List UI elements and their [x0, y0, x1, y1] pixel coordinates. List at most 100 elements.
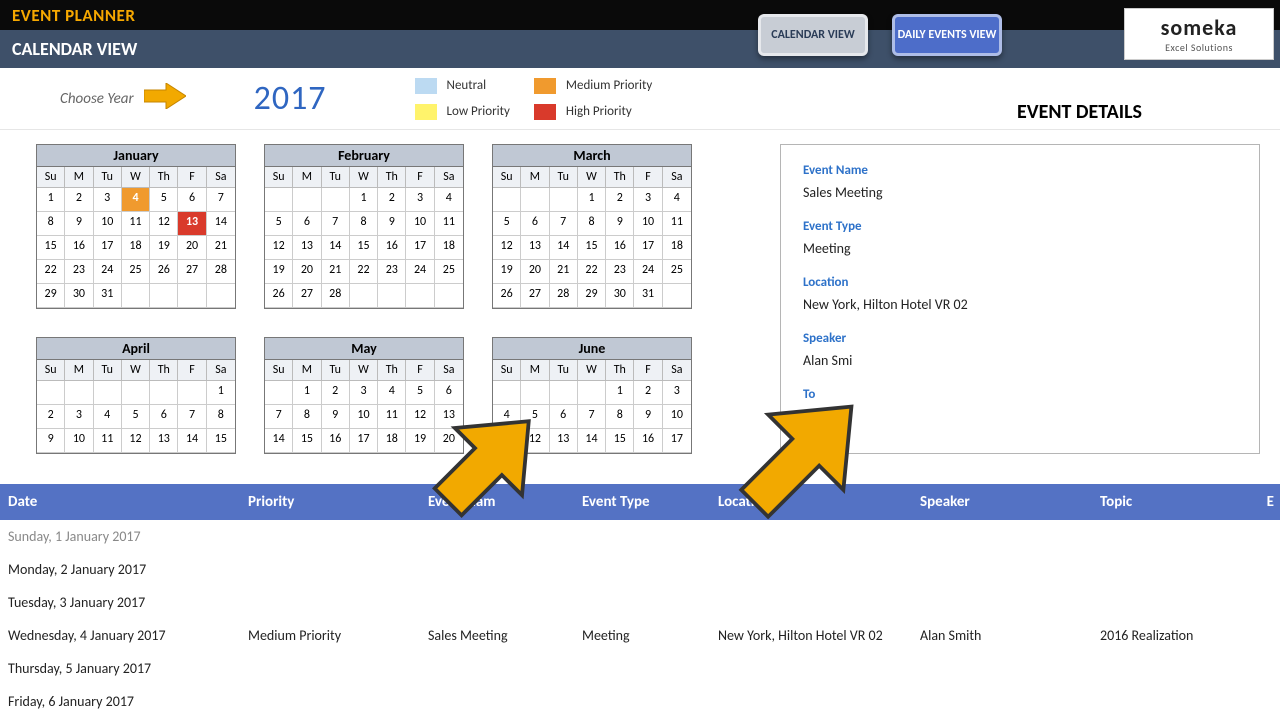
day-cell[interactable]: 7	[322, 212, 350, 236]
day-cell[interactable]: 16	[378, 236, 406, 260]
col-priority[interactable]: Priority	[240, 493, 420, 511]
day-cell[interactable]: 14	[578, 429, 606, 453]
day-cell[interactable]: 2	[37, 405, 65, 429]
day-cell[interactable]: 20	[435, 429, 463, 453]
day-cell[interactable]: 13	[521, 236, 549, 260]
day-cell[interactable]: 14	[207, 212, 235, 236]
day-cell[interactable]: 5	[406, 381, 434, 405]
day-cell[interactable]: 2	[65, 188, 93, 212]
table-row[interactable]: Monday, 2 January 2017	[0, 553, 1280, 586]
day-cell[interactable]: 24	[94, 260, 122, 284]
day-cell[interactable]: 15	[350, 236, 378, 260]
day-cell[interactable]: 16	[606, 236, 634, 260]
day-cell[interactable]: 30	[65, 284, 93, 308]
day-cell[interactable]: 25	[663, 260, 691, 284]
day-cell[interactable]: 7	[265, 405, 293, 429]
day-cell[interactable]: 6	[150, 405, 178, 429]
day-cell[interactable]: 14	[550, 236, 578, 260]
day-cell[interactable]: 15	[207, 429, 235, 453]
day-cell[interactable]: 8	[606, 405, 634, 429]
day-cell[interactable]: 5	[521, 405, 549, 429]
day-cell[interactable]: 10	[634, 212, 662, 236]
day-cell[interactable]: 11	[94, 429, 122, 453]
day-cell[interactable]: 3	[94, 188, 122, 212]
day-cell[interactable]: 16	[634, 429, 662, 453]
day-cell[interactable]: 21	[207, 236, 235, 260]
day-cell[interactable]	[493, 188, 521, 212]
day-cell[interactable]: 5	[122, 405, 150, 429]
day-cell[interactable]	[122, 381, 150, 405]
day-cell[interactable]: 9	[322, 405, 350, 429]
col-event-type[interactable]: Event Type	[574, 493, 710, 511]
day-cell[interactable]: 9	[65, 212, 93, 236]
day-cell[interactable]	[578, 381, 606, 405]
day-cell[interactable]: 10	[663, 405, 691, 429]
day-cell[interactable]: 25	[122, 260, 150, 284]
day-cell[interactable]: 3	[65, 405, 93, 429]
day-cell[interactable]: 27	[293, 284, 321, 308]
day-cell[interactable]: 26	[493, 284, 521, 308]
day-cell[interactable]	[521, 188, 549, 212]
day-cell[interactable]: 24	[406, 260, 434, 284]
day-cell[interactable]: 17	[406, 236, 434, 260]
day-cell[interactable]: 5	[150, 188, 178, 212]
day-cell[interactable]: 12	[150, 212, 178, 236]
day-cell[interactable]: 11	[663, 212, 691, 236]
day-cell[interactable]: 7	[178, 405, 206, 429]
day-cell[interactable]: 17	[663, 429, 691, 453]
day-cell[interactable]: 30	[606, 284, 634, 308]
day-cell[interactable]: 27	[178, 260, 206, 284]
day-cell[interactable]: 20	[521, 260, 549, 284]
day-cell[interactable]	[521, 381, 549, 405]
day-cell[interactable]: 10	[350, 405, 378, 429]
day-cell[interactable]: 6	[293, 212, 321, 236]
day-cell[interactable]: 9	[606, 212, 634, 236]
day-cell[interactable]: 2	[322, 381, 350, 405]
day-cell[interactable]: 2	[634, 381, 662, 405]
day-cell[interactable]	[265, 188, 293, 212]
day-cell[interactable]	[122, 284, 150, 308]
col-speaker[interactable]: Speaker	[912, 493, 1092, 511]
day-cell[interactable]	[378, 284, 406, 308]
day-cell[interactable]: 11	[493, 429, 521, 453]
day-cell[interactable]	[207, 284, 235, 308]
day-cell[interactable]: 25	[435, 260, 463, 284]
table-row[interactable]: Tuesday, 3 January 2017	[0, 586, 1280, 619]
day-cell[interactable]	[406, 284, 434, 308]
col-location[interactable]: Locati	[710, 493, 912, 511]
day-cell[interactable]	[178, 381, 206, 405]
day-cell[interactable]: 1	[578, 188, 606, 212]
day-cell[interactable]: 17	[634, 236, 662, 260]
day-cell[interactable]: 20	[178, 236, 206, 260]
day-cell[interactable]: 13	[293, 236, 321, 260]
day-cell[interactable]: 16	[65, 236, 93, 260]
day-cell[interactable]: 14	[178, 429, 206, 453]
day-cell[interactable]: 23	[378, 260, 406, 284]
day-cell[interactable]: 11	[378, 405, 406, 429]
day-cell[interactable]: 5	[265, 212, 293, 236]
table-row[interactable]: Friday, 6 January 2017	[0, 685, 1280, 718]
day-cell[interactable]	[94, 381, 122, 405]
day-cell[interactable]: 3	[663, 381, 691, 405]
day-cell[interactable]: 5	[493, 212, 521, 236]
day-cell[interactable]: 26	[265, 284, 293, 308]
table-row[interactable]: Sunday, 1 January 2017	[0, 520, 1280, 553]
day-cell[interactable]: 14	[265, 429, 293, 453]
day-cell[interactable]: 13	[150, 429, 178, 453]
day-cell[interactable]: 6	[521, 212, 549, 236]
day-cell[interactable]	[178, 284, 206, 308]
day-cell[interactable]: 18	[663, 236, 691, 260]
day-cell[interactable]: 10	[94, 212, 122, 236]
day-cell[interactable]: 31	[634, 284, 662, 308]
day-cell[interactable]: 15	[606, 429, 634, 453]
day-cell[interactable]	[435, 284, 463, 308]
day-cell[interactable]: 9	[634, 405, 662, 429]
day-cell[interactable]	[493, 381, 521, 405]
day-cell[interactable]: 6	[178, 188, 206, 212]
day-cell[interactable]: 1	[207, 381, 235, 405]
day-cell[interactable]: 1	[293, 381, 321, 405]
day-cell[interactable]: 20	[293, 260, 321, 284]
day-cell[interactable]: 8	[37, 212, 65, 236]
day-cell[interactable]: 3	[406, 188, 434, 212]
day-cell[interactable]: 8	[578, 212, 606, 236]
